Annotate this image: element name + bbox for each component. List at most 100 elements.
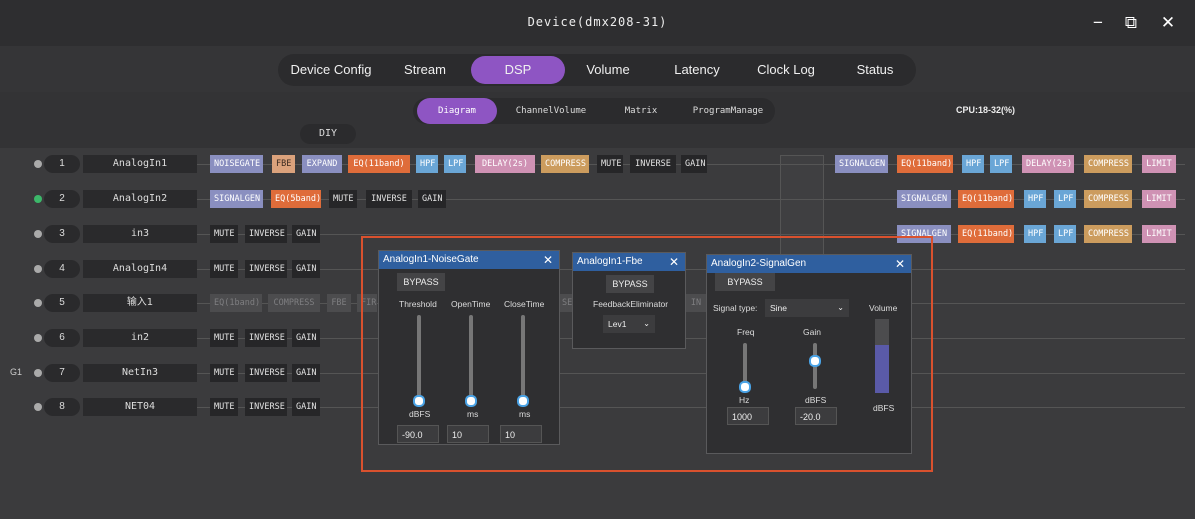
block-inverse[interactable]: INVERSE bbox=[245, 260, 287, 278]
tab-dsp[interactable]: DSP bbox=[471, 56, 565, 84]
block-hpf[interactable]: HPF bbox=[1024, 225, 1046, 243]
block-eq[interactable]: EQ(11band) bbox=[348, 155, 410, 173]
block-compress[interactable]: COMPRESS bbox=[1084, 155, 1132, 173]
block-eq[interactable]: EQ(11band) bbox=[897, 155, 953, 173]
bypass-button[interactable]: BYPASS bbox=[606, 275, 654, 293]
block-lpf[interactable]: LPF bbox=[1054, 225, 1076, 243]
block-inverse[interactable]: INVERSE bbox=[245, 225, 287, 243]
block-lpf[interactable]: LPF bbox=[444, 155, 466, 173]
close-icon[interactable]: ✕ bbox=[543, 251, 553, 269]
block-compress[interactable]: COMPRESS bbox=[1084, 190, 1132, 208]
subtab-matrix[interactable]: Matrix bbox=[613, 98, 669, 124]
block-limit[interactable]: LIMIT bbox=[1142, 190, 1176, 208]
block-gain[interactable]: GAIN bbox=[292, 260, 320, 278]
channel-name[interactable]: AnalogIn1 bbox=[83, 155, 197, 173]
block-mute[interactable]: MUTE bbox=[210, 260, 238, 278]
block-delay[interactable]: DELAY(2s) bbox=[475, 155, 535, 173]
channel-name[interactable]: 输入1 bbox=[83, 294, 197, 312]
block-gain[interactable]: GAIN bbox=[418, 190, 446, 208]
block-inverse[interactable]: INVERSE bbox=[366, 190, 412, 208]
tab-latency[interactable]: Latency bbox=[664, 56, 730, 84]
channel-name[interactable]: AnalogIn2 bbox=[83, 190, 197, 208]
block-compress[interactable]: COMPRESS bbox=[541, 155, 589, 173]
restore-button[interactable]: ⧉ bbox=[1118, 10, 1144, 36]
block-limit[interactable]: LIMIT bbox=[1142, 225, 1176, 243]
gain-knob[interactable] bbox=[809, 355, 821, 367]
block-eq[interactable]: EQ(5band) bbox=[271, 190, 321, 208]
block-gain[interactable]: GAIN bbox=[681, 155, 707, 173]
close-icon[interactable]: ✕ bbox=[669, 253, 679, 271]
block-gain[interactable]: GAIN bbox=[292, 364, 320, 382]
channel-name[interactable]: AnalogIn4 bbox=[83, 260, 197, 278]
bypass-button[interactable]: BYPASS bbox=[397, 273, 445, 291]
bypass-button[interactable]: BYPASS bbox=[715, 273, 775, 291]
block-mute[interactable]: MUTE bbox=[210, 329, 238, 347]
block-inverse[interactable]: INVERSE bbox=[630, 155, 676, 173]
block-fbe[interactable]: FBE bbox=[272, 155, 295, 173]
tab-status[interactable]: Status bbox=[845, 56, 905, 84]
block-signalgen[interactable]: SIGNALGEN bbox=[835, 155, 888, 173]
block-inverse[interactable]: INVERSE bbox=[245, 364, 287, 382]
block-mute[interactable]: MUTE bbox=[210, 398, 238, 416]
block-inverse[interactable]: INVERSE bbox=[245, 329, 287, 347]
block-eq[interactable]: EQ(11band) bbox=[958, 190, 1014, 208]
opentime-input[interactable]: 10 bbox=[447, 425, 489, 443]
subtab-diagram[interactable]: Diagram bbox=[417, 98, 497, 124]
freq-knob[interactable] bbox=[739, 381, 751, 393]
channel-name[interactable]: in3 bbox=[83, 225, 197, 243]
channel-name[interactable]: NET04 bbox=[83, 398, 197, 416]
block-gain[interactable]: GAIN bbox=[292, 225, 320, 243]
block-gain[interactable]: GAIN bbox=[292, 398, 320, 416]
block-expand[interactable]: EXPAND bbox=[302, 155, 342, 173]
freq-input[interactable]: 1000 bbox=[727, 407, 769, 425]
tab-device-config[interactable]: Device Config bbox=[284, 56, 378, 84]
block-signalgen[interactable]: SIGNALGEN bbox=[210, 190, 263, 208]
block-compress[interactable]: COMPRESS bbox=[1084, 225, 1132, 243]
block-hpf[interactable]: HPF bbox=[1024, 190, 1046, 208]
block-delay[interactable]: DELAY(2s) bbox=[1022, 155, 1074, 173]
tab-volume[interactable]: Volume bbox=[575, 56, 641, 84]
tab-stream[interactable]: Stream bbox=[392, 56, 458, 84]
block-limit[interactable]: LIMIT bbox=[1142, 155, 1176, 173]
threshold-knob[interactable] bbox=[413, 395, 425, 407]
threshold-slider[interactable] bbox=[417, 315, 421, 403]
group-label: G1 bbox=[10, 367, 23, 377]
gain-input[interactable]: -20.0 bbox=[795, 407, 837, 425]
block-lpf[interactable]: LPF bbox=[1054, 190, 1076, 208]
level-select[interactable]: Lev1 ⌄ bbox=[603, 315, 655, 333]
signal-type-select[interactable]: Sine ⌄ bbox=[765, 299, 849, 317]
dialog-header[interactable]: AnalogIn1-NoiseGate ✕ bbox=[379, 251, 559, 269]
subtab-program-manage[interactable]: ProgramManage bbox=[685, 98, 771, 124]
block-hpf[interactable]: HPF bbox=[962, 155, 984, 173]
channel-name[interactable]: NetIn3 bbox=[83, 364, 197, 382]
diy-button[interactable]: DIY bbox=[300, 124, 356, 144]
opentime-slider[interactable] bbox=[469, 315, 473, 403]
tab-clock-log[interactable]: Clock Log bbox=[750, 56, 822, 84]
block-fbe[interactable]: FBE bbox=[327, 294, 351, 312]
close-button[interactable]: ✕ bbox=[1155, 10, 1181, 36]
block-inverse[interactable]: INVERSE bbox=[245, 398, 287, 416]
opentime-knob[interactable] bbox=[465, 395, 477, 407]
block-eq[interactable]: EQ(11band) bbox=[958, 225, 1014, 243]
block-eq[interactable]: EQ(1band) bbox=[210, 294, 262, 312]
block-compress[interactable]: COMPRESS bbox=[268, 294, 320, 312]
channel-name[interactable]: in2 bbox=[83, 329, 197, 347]
dialog-header[interactable]: AnalogIn2-SignalGen ✕ bbox=[707, 255, 911, 273]
dialog-header[interactable]: AnalogIn1-Fbe ✕ bbox=[573, 253, 685, 271]
closetime-input[interactable]: 10 bbox=[500, 425, 542, 443]
block-mute[interactable]: MUTE bbox=[329, 190, 357, 208]
subtab-channel-volume[interactable]: ChannelVolume bbox=[505, 98, 597, 124]
block-hpf[interactable]: HPF bbox=[416, 155, 438, 173]
threshold-input[interactable]: -90.0 bbox=[397, 425, 439, 443]
block-mute[interactable]: MUTE bbox=[210, 364, 238, 382]
block-mute[interactable]: MUTE bbox=[597, 155, 623, 173]
block-gain[interactable]: GAIN bbox=[292, 329, 320, 347]
close-icon[interactable]: ✕ bbox=[895, 255, 905, 273]
block-noisegate[interactable]: NOISEGATE bbox=[210, 155, 263, 173]
block-lpf[interactable]: LPF bbox=[990, 155, 1012, 173]
closetime-slider[interactable] bbox=[521, 315, 525, 403]
closetime-knob[interactable] bbox=[517, 395, 529, 407]
block-mute[interactable]: MUTE bbox=[210, 225, 238, 243]
minimize-button[interactable]: − bbox=[1085, 10, 1111, 36]
block-signalgen[interactable]: SIGNALGEN bbox=[897, 190, 951, 208]
